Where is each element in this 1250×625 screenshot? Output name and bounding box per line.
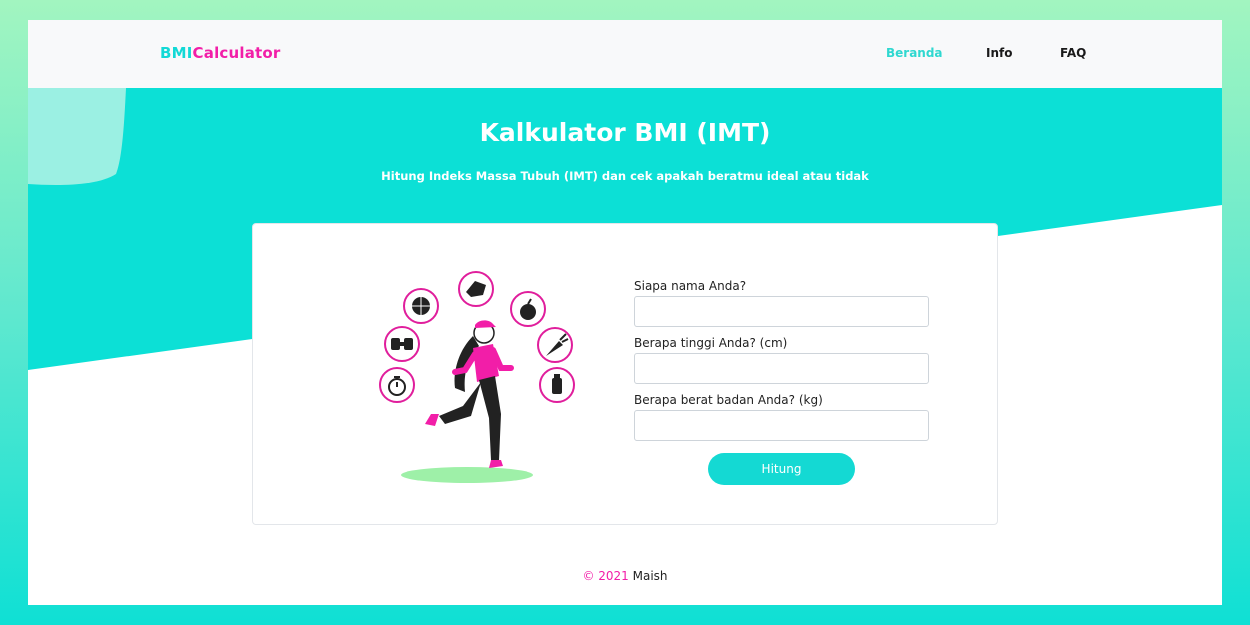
brand-part-2: Calculator <box>192 44 281 62</box>
runner-illustration <box>379 271 575 483</box>
runner-figure <box>425 320 514 468</box>
carrot-icon <box>537 327 573 363</box>
footer-author: Maish <box>632 569 668 583</box>
apple-icon <box>510 291 546 327</box>
navbar: BMICalculator Beranda Info FAQ <box>28 20 1222 88</box>
nav-link-beranda[interactable]: Beranda <box>886 46 943 60</box>
weight-label: Berapa berat badan Anda? (kg) <box>634 393 823 407</box>
water-bottle-icon <box>539 367 575 403</box>
dumbbell-icon <box>384 326 420 362</box>
name-label: Siapa nama Anda? <box>634 279 747 293</box>
weight-input[interactable] <box>634 410 929 441</box>
footer: © 2021 Maish <box>28 569 1222 583</box>
nav-link-faq[interactable]: FAQ <box>1060 46 1086 60</box>
stopwatch-icon <box>379 367 415 403</box>
nav-link-info[interactable]: Info <box>986 46 1012 60</box>
calculator-card: Siapa nama Anda? Berapa tinggi Anda? (cm… <box>252 223 998 525</box>
brand-part-1: BMI <box>160 44 193 62</box>
clapping-hands-icon <box>458 271 494 307</box>
page-subtitle: Hitung Indeks Massa Tubuh (IMT) dan cek … <box>381 169 869 183</box>
calculate-button[interactable]: Hitung <box>708 453 855 485</box>
footer-copyright: © 2021 <box>582 569 629 583</box>
basketball-icon <box>403 288 439 324</box>
height-input[interactable] <box>634 353 929 384</box>
name-input[interactable] <box>634 296 929 327</box>
height-label: Berapa tinggi Anda? (cm) <box>634 336 788 350</box>
brand-logo[interactable]: BMICalculator <box>160 44 281 62</box>
bmi-form: Siapa nama Anda? Berapa tinggi Anda? (cm… <box>634 279 930 450</box>
page-title: Kalkulator BMI (IMT) <box>479 118 771 147</box>
app-frame: BMICalculator Beranda Info FAQ Kalkulato… <box>28 20 1222 605</box>
